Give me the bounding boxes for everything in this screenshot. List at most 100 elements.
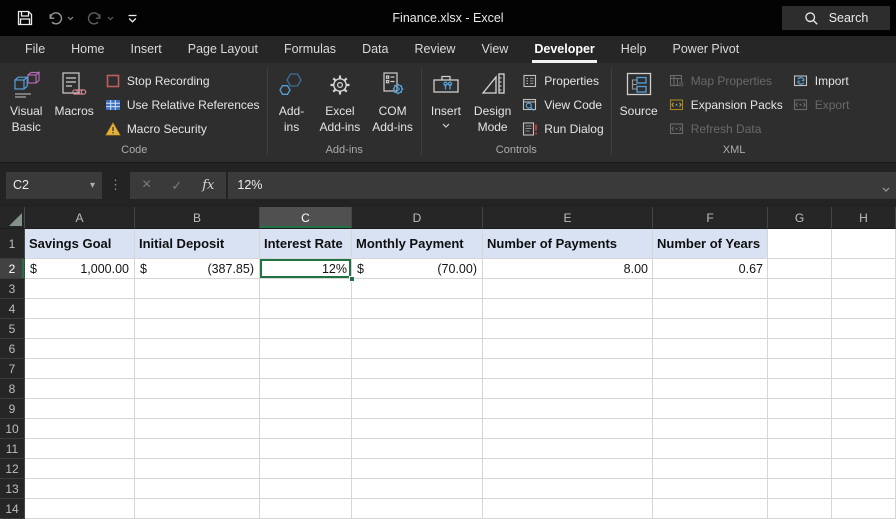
enter-icon[interactable]: ✓ bbox=[171, 179, 182, 192]
cell[interactable] bbox=[653, 379, 768, 399]
row-header-11[interactable]: 11 bbox=[0, 439, 25, 459]
cell[interactable] bbox=[483, 499, 653, 519]
source-button[interactable]: Source bbox=[614, 66, 664, 120]
cell[interactable] bbox=[768, 379, 832, 399]
insert-function-icon[interactable]: fx bbox=[202, 178, 214, 193]
cell[interactable] bbox=[483, 379, 653, 399]
cell[interactable] bbox=[483, 319, 653, 339]
cell[interactable] bbox=[260, 359, 352, 379]
formula-bar-expand-icon[interactable] bbox=[882, 181, 890, 195]
cell[interactable] bbox=[260, 279, 352, 299]
cell[interactable] bbox=[135, 419, 260, 439]
cell[interactable] bbox=[653, 359, 768, 379]
row-header-2[interactable]: 2 bbox=[0, 259, 25, 279]
cell[interactable] bbox=[25, 499, 135, 519]
cell[interactable] bbox=[25, 299, 135, 319]
properties-button[interactable]: Properties bbox=[517, 69, 608, 93]
cell[interactable] bbox=[135, 319, 260, 339]
row-header-14[interactable]: 14 bbox=[0, 499, 25, 519]
cell-c1[interactable]: Interest Rate bbox=[260, 229, 352, 259]
column-header-a[interactable]: A bbox=[25, 207, 135, 229]
cell-h1[interactable] bbox=[832, 229, 896, 259]
cell[interactable] bbox=[135, 459, 260, 479]
cell-a2[interactable]: $ 1,000.00 bbox=[25, 259, 135, 279]
cell[interactable] bbox=[260, 379, 352, 399]
redo-button[interactable] bbox=[86, 10, 114, 27]
column-header-h[interactable]: H bbox=[832, 207, 896, 229]
cell[interactable] bbox=[352, 479, 483, 499]
cell[interactable] bbox=[768, 279, 832, 299]
cell[interactable] bbox=[260, 419, 352, 439]
row-header-13[interactable]: 13 bbox=[0, 479, 25, 499]
cell[interactable] bbox=[832, 379, 896, 399]
cell[interactable] bbox=[260, 499, 352, 519]
cell[interactable] bbox=[352, 359, 483, 379]
column-header-d[interactable]: D bbox=[352, 207, 483, 229]
redo-dropdown-icon[interactable] bbox=[107, 16, 114, 21]
insert-control-button[interactable]: Insert bbox=[424, 66, 468, 128]
cell-e1[interactable]: Number of Payments bbox=[483, 229, 653, 259]
tab-file[interactable]: File bbox=[12, 36, 58, 63]
row-header-1[interactable]: 1 bbox=[0, 229, 25, 259]
row-header-4[interactable]: 4 bbox=[0, 299, 25, 319]
cell[interactable] bbox=[352, 459, 483, 479]
cell[interactable] bbox=[135, 379, 260, 399]
cell[interactable] bbox=[483, 279, 653, 299]
column-header-c[interactable]: C bbox=[260, 207, 352, 229]
cell-f2[interactable]: 0.67 bbox=[653, 259, 768, 279]
visual-basic-button[interactable]: Visual Basic bbox=[4, 66, 48, 135]
com-addins-button[interactable]: COM Add-ins bbox=[366, 66, 419, 135]
cell-d2[interactable]: $ (70.00) bbox=[352, 259, 483, 279]
cell[interactable] bbox=[832, 459, 896, 479]
macro-security-button[interactable]: Macro Security bbox=[100, 117, 265, 141]
customize-quick-access-toolbar-button[interactable] bbox=[126, 12, 139, 25]
column-header-g[interactable]: G bbox=[768, 207, 832, 229]
cell[interactable] bbox=[352, 299, 483, 319]
cell[interactable] bbox=[260, 339, 352, 359]
cell[interactable] bbox=[135, 339, 260, 359]
cell[interactable] bbox=[768, 419, 832, 439]
stop-recording-button[interactable]: Stop Recording bbox=[100, 69, 265, 93]
import-button[interactable]: Import bbox=[788, 69, 855, 93]
cell[interactable] bbox=[25, 459, 135, 479]
cell-b2[interactable]: $ (387.85) bbox=[135, 259, 260, 279]
row-header-9[interactable]: 9 bbox=[0, 399, 25, 419]
excel-addins-button[interactable]: Excel Add-ins bbox=[314, 66, 367, 135]
formula-input[interactable]: 12% bbox=[226, 171, 896, 199]
formula-bar-drag-handle-icon[interactable]: ⋮ bbox=[102, 177, 130, 193]
cell[interactable] bbox=[260, 459, 352, 479]
cell[interactable] bbox=[483, 359, 653, 379]
use-relative-references-button[interactable]: Use Relative References bbox=[100, 93, 265, 117]
save-button[interactable] bbox=[16, 9, 34, 27]
select-all-button[interactable] bbox=[0, 207, 25, 229]
cell[interactable] bbox=[135, 399, 260, 419]
cell[interactable] bbox=[483, 459, 653, 479]
cell[interactable] bbox=[483, 339, 653, 359]
tab-page-layout[interactable]: Page Layout bbox=[175, 36, 271, 63]
cell[interactable] bbox=[352, 319, 483, 339]
cell[interactable] bbox=[135, 359, 260, 379]
column-header-e[interactable]: E bbox=[483, 207, 653, 229]
cell[interactable] bbox=[768, 479, 832, 499]
cell[interactable] bbox=[768, 439, 832, 459]
cell[interactable] bbox=[832, 299, 896, 319]
cell-a1[interactable]: Savings Goal bbox=[25, 229, 135, 259]
cell-g2[interactable] bbox=[768, 259, 832, 279]
cell[interactable] bbox=[352, 379, 483, 399]
tab-formulas[interactable]: Formulas bbox=[271, 36, 349, 63]
cell-b1[interactable]: Initial Deposit bbox=[135, 229, 260, 259]
tab-power-pivot[interactable]: Power Pivot bbox=[660, 36, 753, 63]
cell[interactable] bbox=[653, 399, 768, 419]
cell[interactable] bbox=[653, 479, 768, 499]
cell[interactable] bbox=[768, 299, 832, 319]
row-header-6[interactable]: 6 bbox=[0, 339, 25, 359]
cell[interactable] bbox=[653, 319, 768, 339]
cell-c2-selected[interactable]: 12% bbox=[260, 259, 355, 282]
cell[interactable] bbox=[352, 279, 483, 299]
cell[interactable] bbox=[768, 319, 832, 339]
expansion-packs-button[interactable]: Expansion Packs bbox=[664, 93, 788, 117]
cell[interactable] bbox=[25, 379, 135, 399]
cell[interactable] bbox=[832, 439, 896, 459]
row-header-5[interactable]: 5 bbox=[0, 319, 25, 339]
cell[interactable] bbox=[483, 299, 653, 319]
